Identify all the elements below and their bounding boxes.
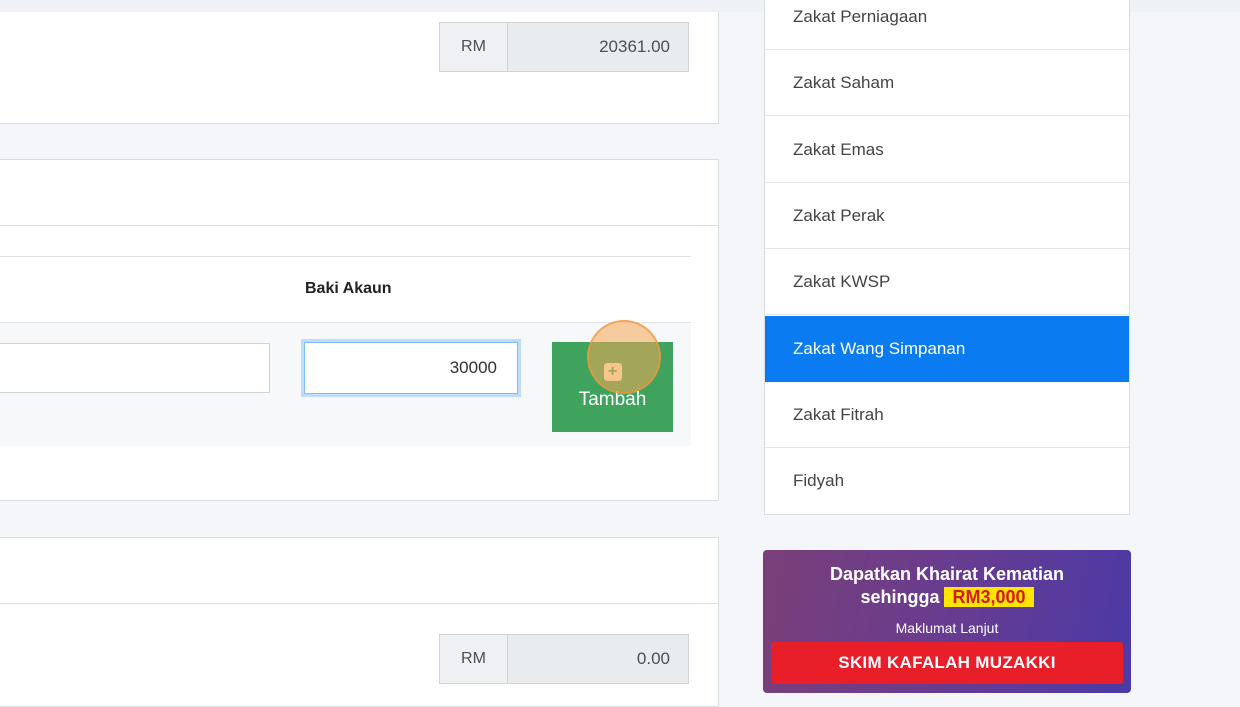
account-card: Baki Akaun + Tambah bbox=[0, 159, 719, 501]
banner-headline: Dapatkan Khairat Kematian bbox=[829, 564, 1065, 584]
tambah-button[interactable]: + Tambah bbox=[552, 342, 673, 432]
zakat-amount-field: RM 20361.00 bbox=[439, 22, 689, 72]
sidebar-item-label: Zakat KWSP bbox=[793, 271, 891, 291]
plus-icon: + bbox=[603, 363, 622, 381]
currency-prefix: RM bbox=[440, 635, 508, 683]
account-name-input[interactable] bbox=[0, 343, 270, 393]
sidebar-item-zakat-emas[interactable]: Zakat Emas bbox=[765, 117, 1129, 183]
sidebar-item-zakat-perak[interactable]: Zakat Perak bbox=[765, 183, 1129, 249]
sidebar-item-zakat-fitrah[interactable]: Zakat Fitrah bbox=[765, 382, 1129, 448]
tambah-button-label: Tambah bbox=[578, 389, 647, 410]
total-amount-value: 0.00 bbox=[508, 635, 688, 683]
banner-amount-highlight: RM3,000 bbox=[944, 587, 1034, 607]
khairat-banner[interactable]: Dapatkan Khairat Kematian sehingga RM3,0… bbox=[763, 550, 1131, 693]
sidebar-item-label: Zakat Perak bbox=[793, 205, 885, 225]
zakat-amount-value: 20361.00 bbox=[508, 23, 688, 71]
banner-prefix: sehingga bbox=[860, 587, 940, 607]
total-card-header bbox=[0, 538, 718, 604]
currency-prefix: RM bbox=[440, 23, 508, 71]
baki-akaun-input[interactable] bbox=[304, 342, 518, 394]
sidebar-item-label: Fidyah bbox=[793, 471, 845, 490]
sidebar-item-label: Zakat Saham bbox=[793, 72, 895, 92]
sidebar-item-fidyah[interactable]: Fidyah bbox=[765, 448, 1129, 514]
zakat-type-menu: Zakat Perniagaan Zakat Saham Zakat Emas … bbox=[764, 0, 1130, 515]
sidebar-item-zakat-kwsp[interactable]: Zakat KWSP bbox=[765, 249, 1129, 315]
sidebar-item-zakat-perniagaan[interactable]: Zakat Perniagaan bbox=[765, 0, 1129, 50]
sidebar-item-zakat-wang-simpanan[interactable]: Zakat Wang Simpanan bbox=[765, 316, 1129, 382]
table-divider bbox=[0, 256, 691, 257]
sidebar-item-label: Zakat Perniagaan bbox=[793, 6, 928, 26]
zakat-amount-card: RM 20361.00 bbox=[0, 12, 719, 124]
column-header-baki-akaun: Baki Akaun bbox=[305, 280, 392, 297]
sidebar-item-zakat-saham[interactable]: Zakat Saham bbox=[765, 50, 1129, 116]
skim-kafalah-muzakki-button[interactable]: SKIM KAFALAH MUZAKKI bbox=[771, 642, 1123, 684]
banner-subheadline: sehingga RM3,000 bbox=[763, 587, 1131, 608]
sidebar-item-label: Zakat Fitrah bbox=[793, 404, 884, 424]
total-card: RM 0.00 bbox=[0, 537, 719, 707]
banner-more-info-link[interactable]: Maklumat Lanjut bbox=[763, 620, 1131, 636]
account-card-header bbox=[0, 160, 718, 226]
total-amount-field: RM 0.00 bbox=[439, 634, 689, 684]
sidebar-item-label: Zakat Wang Simpanan bbox=[793, 338, 966, 358]
sidebar-item-label: Zakat Emas bbox=[793, 139, 884, 159]
